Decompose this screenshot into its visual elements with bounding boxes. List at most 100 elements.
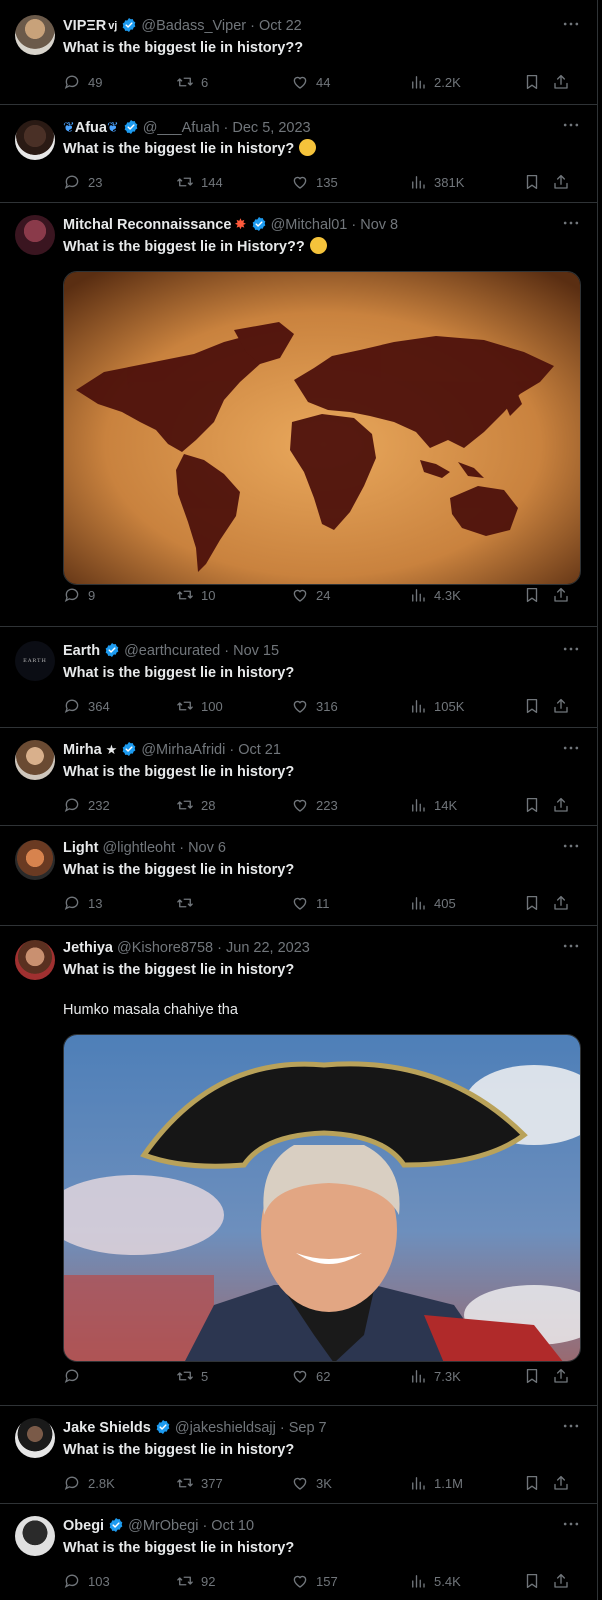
more-options-icon[interactable] [561, 1514, 581, 1534]
views-button[interactable]: 381K [409, 172, 464, 192]
like-button[interactable]: 62 [291, 1366, 330, 1386]
bookmark-button[interactable] [523, 1571, 541, 1591]
handle-and-date[interactable]: @___Afuah · Dec 5, 2023 [143, 120, 311, 136]
avatar[interactable] [15, 15, 55, 55]
tweet[interactable]: VIPΞR vj @Badass_Viper · Oct 22 What is th… [0, 0, 597, 105]
tweet[interactable]: ❦Afua❦ @___Afuah · Dec 5, 2023 What is th… [0, 105, 597, 203]
avatar[interactable] [15, 940, 55, 980]
tweet[interactable]: Jethiya @Kishore8758 · Jun 22, 2023 What … [0, 926, 597, 1406]
share-button[interactable] [552, 696, 570, 716]
avatar[interactable] [15, 840, 55, 880]
display-name[interactable]: Obegi [63, 1518, 104, 1534]
retweet-button[interactable]: 377 [176, 1473, 223, 1493]
tweet[interactable]: Mitchal Reconnaissance ✸ @Mitchal01 · Nov … [0, 203, 597, 627]
bookmark-button[interactable] [523, 696, 541, 716]
tweet[interactable]: Light @lightleoht · Nov 6 What is the big… [0, 826, 597, 926]
more-options-icon[interactable] [561, 738, 581, 758]
reply-button[interactable]: 364 [63, 696, 110, 716]
retweet-button[interactable]: 144 [176, 172, 223, 192]
reply-button[interactable] [63, 1366, 88, 1386]
handle-and-date[interactable]: @MrObegi · Oct 10 [128, 1518, 254, 1534]
tweet[interactable]: Mirha ★ @MirhaAfridi · Oct 21 What is the … [0, 728, 597, 826]
retweet-button[interactable]: 10 [176, 585, 215, 605]
views-button[interactable]: 2.2K [409, 72, 461, 92]
handle-and-date[interactable]: @Badass_Viper · Oct 22 [141, 18, 301, 34]
avatar[interactable] [15, 120, 55, 160]
like-button[interactable]: 3K [291, 1473, 332, 1493]
handle-and-date[interactable]: @Kishore8758 · Jun 22, 2023 [117, 940, 310, 956]
reply-button[interactable]: 13 [63, 893, 102, 913]
tweet[interactable]: Jake Shields @jakeshieldsajj · Sep 7 What… [0, 1406, 597, 1504]
reply-button[interactable]: 9 [63, 585, 95, 605]
share-button[interactable] [552, 795, 570, 815]
display-name[interactable]: Jake Shields [63, 1420, 151, 1436]
world-map-image[interactable] [63, 271, 581, 585]
more-options-icon[interactable] [561, 213, 581, 233]
bookmark-button[interactable] [523, 585, 541, 605]
views-button[interactable]: 5.4K [409, 1571, 461, 1591]
display-name[interactable]: VIPΞR [63, 18, 106, 34]
display-name[interactable]: Jethiya [63, 940, 113, 956]
share-button[interactable] [552, 585, 570, 605]
retweet-button[interactable]: 92 [176, 1571, 215, 1591]
views-button[interactable]: 7.3K [409, 1366, 461, 1386]
like-button[interactable]: 316 [291, 696, 338, 716]
bookmark-button[interactable] [523, 172, 541, 192]
more-options-icon[interactable] [561, 639, 581, 659]
avatar[interactable] [15, 1418, 55, 1458]
views-button[interactable]: 405 [409, 893, 456, 913]
like-button[interactable]: 44 [291, 72, 330, 92]
retweet-button[interactable]: 6 [176, 72, 208, 92]
reply-button[interactable]: 49 [63, 72, 102, 92]
views-button[interactable]: 105K [409, 696, 464, 716]
display-name[interactable]: Mirha [63, 742, 102, 758]
like-button[interactable]: 11 [291, 893, 330, 913]
display-name[interactable]: Light [63, 840, 98, 856]
reply-button[interactable]: 232 [63, 795, 110, 815]
handle-and-date[interactable]: @Mitchal01 · Nov 8 [271, 217, 399, 233]
handle-and-date[interactable]: @lightleoht · Nov 6 [102, 840, 226, 856]
like-button[interactable]: 157 [291, 1571, 338, 1591]
share-button[interactable] [552, 1366, 570, 1386]
retweet-button[interactable]: 5 [176, 1366, 208, 1386]
bookmark-button[interactable] [523, 72, 541, 92]
more-options-icon[interactable] [561, 936, 581, 956]
avatar[interactable] [15, 215, 55, 255]
bookmark-button[interactable] [523, 795, 541, 815]
reply-button[interactable]: 103 [63, 1571, 110, 1591]
like-button[interactable]: 135 [291, 172, 338, 192]
reply-button[interactable]: 2.8K [63, 1473, 115, 1493]
portrait-image[interactable] [63, 1034, 581, 1362]
views-button[interactable]: 4.3K [409, 585, 461, 605]
views-button[interactable]: 1.1M [409, 1473, 463, 1493]
bookmark-button[interactable] [523, 1473, 541, 1493]
share-button[interactable] [552, 172, 570, 192]
avatar[interactable] [15, 740, 55, 780]
more-options-icon[interactable] [561, 836, 581, 856]
display-name[interactable]: Afua [75, 120, 107, 136]
retweet-button[interactable]: 28 [176, 795, 215, 815]
share-button[interactable] [552, 893, 570, 913]
retweet-button[interactable] [176, 893, 201, 913]
share-button[interactable] [552, 1473, 570, 1493]
tweet[interactable]: Obegi @MrObegi · Oct 10 What is the bigge… [0, 1504, 597, 1600]
bookmark-button[interactable] [523, 1366, 541, 1386]
share-button[interactable] [552, 72, 570, 92]
avatar[interactable]: EARTH [15, 641, 55, 681]
views-button[interactable]: 14K [409, 795, 457, 815]
reply-button[interactable]: 23 [63, 172, 102, 192]
like-button[interactable]: 24 [291, 585, 330, 605]
more-options-icon[interactable] [561, 1416, 581, 1436]
bookmark-button[interactable] [523, 893, 541, 913]
handle-and-date[interactable]: @jakeshieldsajj · Sep 7 [175, 1420, 327, 1436]
retweet-button[interactable]: 100 [176, 696, 223, 716]
display-name[interactable]: Earth [63, 643, 100, 659]
handle-and-date[interactable]: @MirhaAfridi · Oct 21 [141, 742, 281, 758]
more-options-icon[interactable] [561, 14, 581, 34]
share-button[interactable] [552, 1571, 570, 1591]
avatar[interactable] [15, 1516, 55, 1556]
like-button[interactable]: 223 [291, 795, 338, 815]
handle-and-date[interactable]: @earthcurated · Nov 15 [124, 643, 279, 659]
tweet[interactable]: EARTH Earth @earthcurated · Nov 15 What i… [0, 627, 597, 728]
more-options-icon[interactable] [561, 115, 581, 135]
